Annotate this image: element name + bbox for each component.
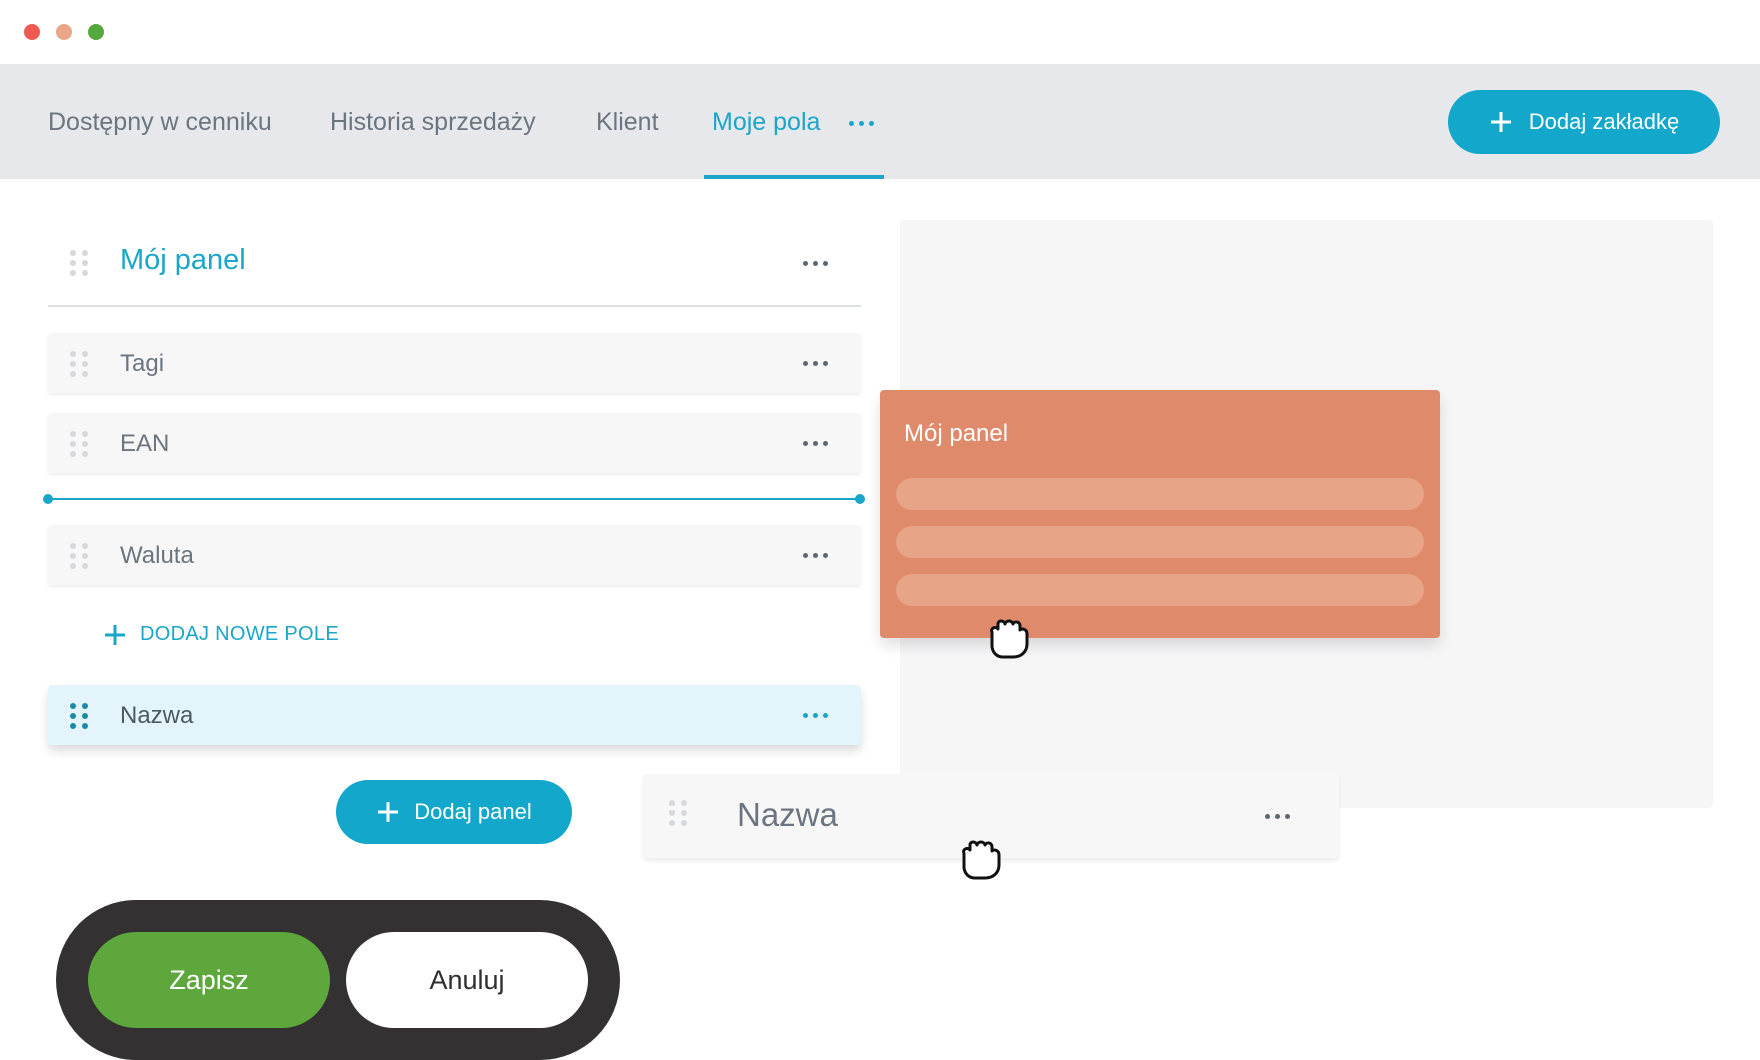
tab-historia-sprzedazy[interactable]: Historia sprzedaży <box>330 108 536 137</box>
plus-icon <box>105 624 125 645</box>
field-label: Tagi <box>120 350 165 377</box>
tab-more-icon[interactable] <box>849 121 874 126</box>
field-row-tagi[interactable]: Tagi <box>48 333 861 393</box>
grab-cursor-icon <box>962 840 1001 880</box>
add-new-field-button[interactable]: DODAJ NOWE POLE <box>104 623 339 646</box>
add-panel-label: Dodaj panel <box>414 799 532 824</box>
tab-moje-pola[interactable]: Moje pola <box>712 108 820 137</box>
tab-dostepny-w-cenniku[interactable]: Dostępny w cenniku <box>48 108 272 137</box>
active-tab-indicator <box>704 175 884 179</box>
field-more-icon[interactable] <box>803 553 828 558</box>
add-tab-label: Dodaj zakładkę <box>1528 109 1680 134</box>
tab-klient[interactable]: Klient <box>596 108 659 137</box>
dragged-panel-preview[interactable]: Mój panel <box>880 390 1440 638</box>
placeholder-bar <box>896 526 1424 558</box>
field-row-nazwa-selected[interactable]: Nazwa <box>48 685 861 745</box>
add-new-field-label: DODAJ NOWE POLE <box>140 623 339 645</box>
drop-indicator-line <box>48 498 861 500</box>
placeholder-bar <box>896 574 1424 606</box>
dragged-field-label: Nazwa <box>737 796 838 833</box>
field-more-icon[interactable] <box>1265 814 1290 819</box>
drop-indicator-end <box>855 494 865 504</box>
placeholder-bar <box>896 478 1424 510</box>
field-row-ean[interactable]: EAN <box>48 413 861 473</box>
field-label: EAN <box>120 430 170 457</box>
drop-indicator-start <box>43 494 53 504</box>
add-tab-button[interactable]: Dodaj zakładkę <box>1448 90 1720 154</box>
drag-handle-icon[interactable] <box>70 543 88 569</box>
field-label: Waluta <box>120 542 194 569</box>
panel-more-icon[interactable] <box>803 261 828 266</box>
window-maximize-button[interactable] <box>88 24 104 40</box>
drag-handle-icon[interactable] <box>669 800 687 826</box>
panel-divider <box>48 305 861 307</box>
field-more-icon[interactable] <box>803 441 828 446</box>
plus-icon <box>378 802 399 822</box>
panel-title: Mój panel <box>120 244 246 276</box>
field-row-waluta[interactable]: Waluta <box>48 525 861 585</box>
panel-drag-handle-icon[interactable] <box>70 250 88 276</box>
add-panel-button[interactable]: Dodaj panel <box>336 780 572 844</box>
drag-handle-icon[interactable] <box>70 431 88 457</box>
field-more-icon[interactable] <box>803 713 828 718</box>
drag-handle-icon[interactable] <box>70 351 88 377</box>
grab-cursor-icon <box>990 619 1029 659</box>
save-button[interactable]: Zapisz <box>88 932 330 1028</box>
field-label: Nazwa <box>120 702 194 729</box>
cancel-button[interactable]: Anuluj <box>346 932 588 1028</box>
field-more-icon[interactable] <box>803 361 828 366</box>
window-minimize-button[interactable] <box>56 24 72 40</box>
drag-handle-icon[interactable] <box>70 703 88 729</box>
dragged-panel-title: Mój panel <box>904 420 1009 447</box>
window-close-button[interactable] <box>24 24 40 40</box>
plus-icon <box>1490 112 1511 132</box>
